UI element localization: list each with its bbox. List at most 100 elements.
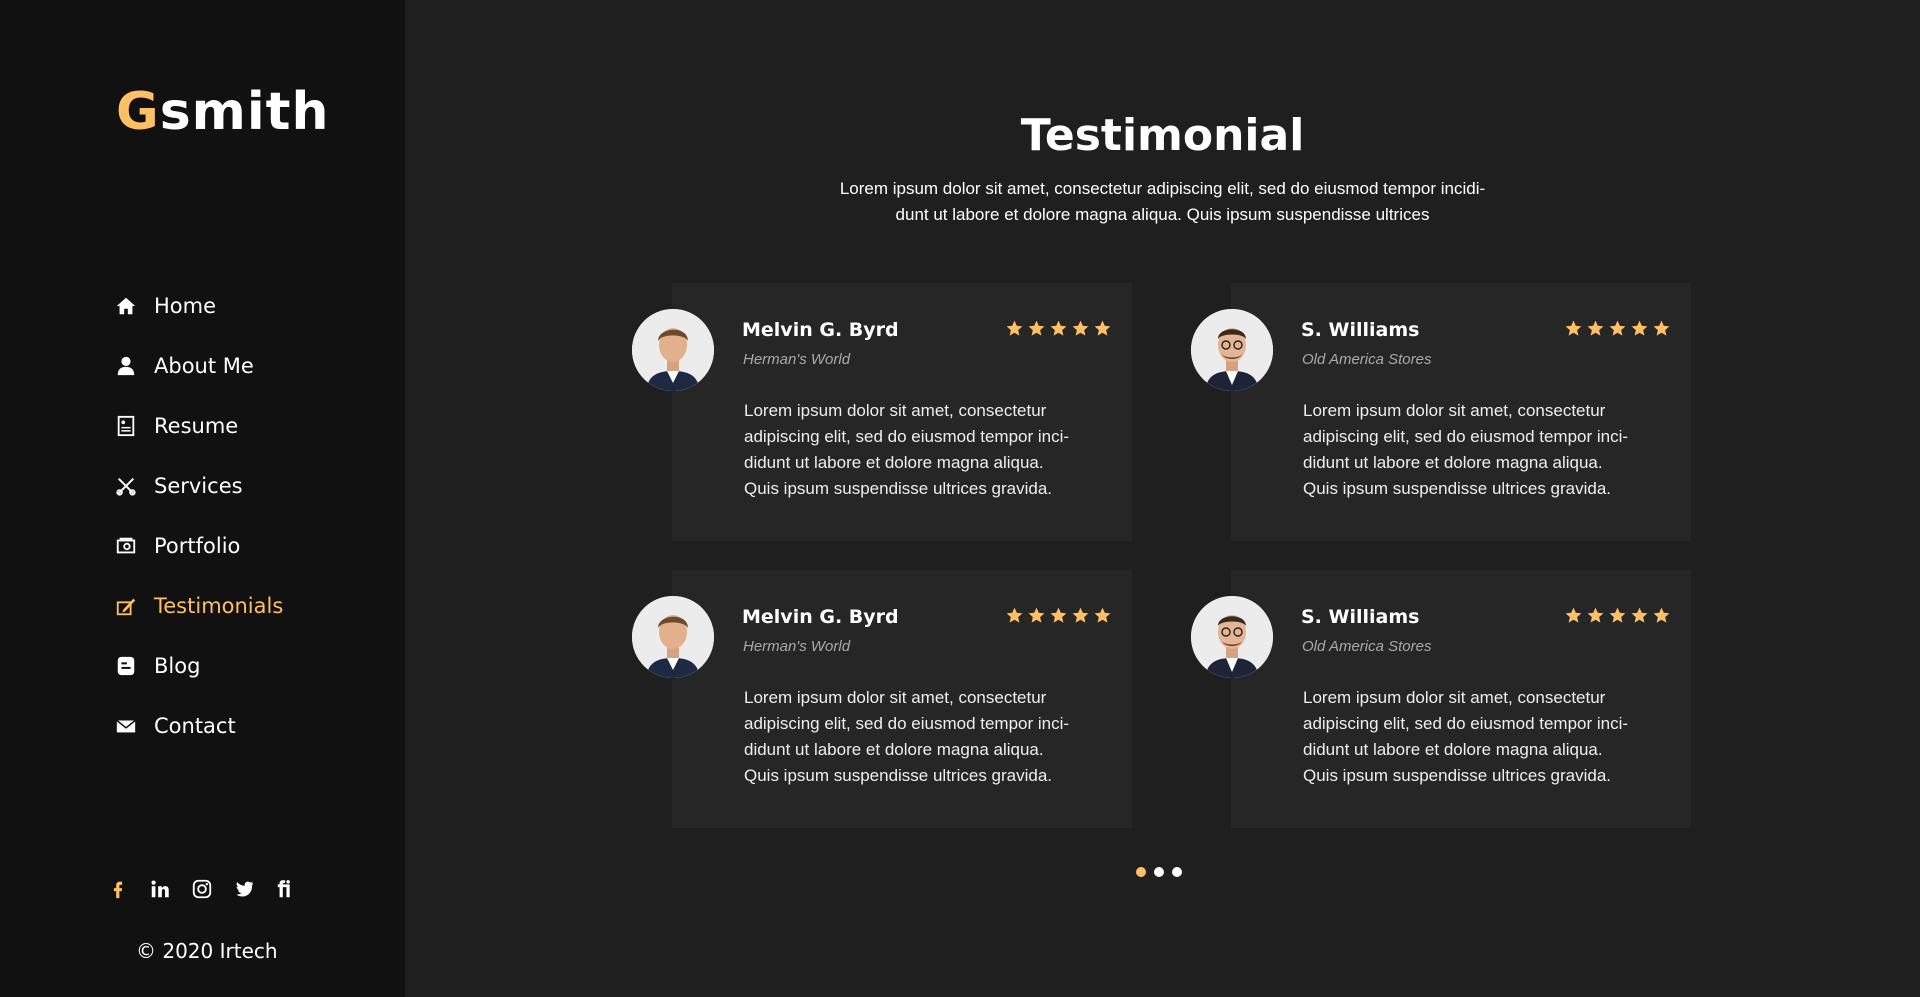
- star-icon: [1006, 320, 1023, 336]
- nav-item-contact[interactable]: Contact: [114, 696, 283, 756]
- sidebar: Gsmith Home About Me Resume Services Por…: [0, 0, 405, 997]
- mail-icon: [114, 714, 138, 738]
- reviewer-company: Old America Stores: [1302, 638, 1432, 655]
- brand-logo[interactable]: Gsmith: [116, 80, 330, 144]
- star-icon: [1631, 607, 1648, 623]
- instagram-icon[interactable]: [190, 875, 214, 903]
- section-subtitle: Lorem ipsum dolor sit amet, consectetur …: [795, 176, 1530, 228]
- subtitle-line: dunt ut labore et dolore magna aliqua. Q…: [895, 205, 1430, 224]
- nav-item-resume[interactable]: Resume: [114, 396, 283, 456]
- section-title: Testimonial: [1020, 110, 1305, 161]
- home-icon: [114, 294, 138, 318]
- star-icon: [1028, 320, 1045, 336]
- reviewer-name: Melvin G. Byrd: [742, 606, 899, 628]
- reviewer-company: Herman's World: [743, 638, 851, 655]
- reviewer-company: Herman's World: [743, 351, 851, 368]
- nav-item-label: Resume: [154, 414, 239, 438]
- star-rating: [1005, 606, 1112, 625]
- copyright: © 2020 Irtech: [136, 939, 278, 963]
- carousel-dot[interactable]: [1172, 867, 1182, 877]
- nav-item-blog[interactable]: Blog: [114, 636, 283, 696]
- user-icon: [114, 354, 138, 378]
- star-icon: [1050, 320, 1067, 336]
- testimonial-card: Melvin G. Byrd Herman's World Lorem ipsu…: [632, 570, 1132, 828]
- nav-item-label: Testimonials: [154, 594, 284, 618]
- star-icon: [1565, 320, 1582, 336]
- testimonial-card: S. Williams Old America Stores Lorem ips…: [1191, 283, 1691, 541]
- text-line: didunt ut labore et dolore magna aliqua.: [1303, 740, 1603, 759]
- star-icon: [1072, 320, 1089, 336]
- brand-logo-initial: G: [116, 82, 160, 142]
- brand-logo-text: smith: [159, 82, 330, 142]
- subtitle-line: Lorem ipsum dolor sit amet, consectetur …: [839, 179, 1486, 198]
- star-icon: [1609, 320, 1626, 336]
- reviewer-name: S. Williams: [1301, 606, 1420, 628]
- reviewer-name: Melvin G. Byrd: [742, 319, 899, 341]
- star-icon: [1653, 607, 1670, 623]
- nav-item-label: Services: [154, 474, 243, 498]
- testimonial-text: Lorem ipsum dolor sit amet, consectetur …: [744, 685, 1116, 789]
- carousel-dot[interactable]: [1154, 867, 1164, 877]
- nav-item-testimonials[interactable]: Testimonials: [114, 576, 283, 636]
- main-content: Testimonial Lorem ipsum dolor sit amet, …: [405, 0, 1920, 997]
- nav-item-label: Portfolio: [154, 534, 241, 558]
- text-line: Lorem ipsum dolor sit amet, consectetur: [1303, 688, 1606, 707]
- fiverr-icon[interactable]: [274, 875, 298, 903]
- star-icon: [1653, 320, 1670, 336]
- text-line: didunt ut labore et dolore magna aliqua.: [1303, 453, 1603, 472]
- main-nav: Home About Me Resume Services Portfolio: [114, 276, 283, 756]
- text-line: adipiscing elit, sed do eiusmod tempor i…: [744, 714, 1070, 733]
- star-icon: [1094, 320, 1111, 336]
- star-icon: [1094, 607, 1111, 623]
- star-icon: [1631, 320, 1648, 336]
- nav-item-label: Contact: [154, 714, 236, 738]
- nav-item-label: About Me: [154, 354, 254, 378]
- star-icon: [1028, 607, 1045, 623]
- testimonial-card: Melvin G. Byrd Herman's World Lorem ipsu…: [632, 283, 1132, 541]
- text-line: Lorem ipsum dolor sit amet, consectetur: [1303, 401, 1606, 420]
- avatar: [1191, 596, 1273, 678]
- nav-item-label: Home: [154, 294, 217, 318]
- text-line: adipiscing elit, sed do eiusmod tempor i…: [1303, 427, 1629, 446]
- star-icon: [1565, 607, 1582, 623]
- nav-item-about[interactable]: About Me: [114, 336, 283, 396]
- testimonial-text: Lorem ipsum dolor sit amet, consectetur …: [1303, 398, 1675, 502]
- text-line: Quis ipsum suspendisse ultrices gravida.: [1303, 766, 1612, 785]
- avatar: [1191, 309, 1273, 391]
- star-rating: [1005, 319, 1112, 338]
- testimonial-text: Lorem ipsum dolor sit amet, consectetur …: [1303, 685, 1675, 789]
- text-line: didunt ut labore et dolore magna aliqua.: [744, 453, 1044, 472]
- avatar: [632, 309, 714, 391]
- linkedin-icon[interactable]: [148, 875, 172, 903]
- star-rating: [1564, 319, 1671, 338]
- reviewer-company: Old America Stores: [1302, 351, 1432, 368]
- facebook-icon[interactable]: [106, 875, 130, 903]
- nav-item-services[interactable]: Services: [114, 456, 283, 516]
- text-line: Quis ipsum suspendisse ultrices gravida.: [744, 479, 1053, 498]
- nav-item-label: Blog: [154, 654, 201, 678]
- testimonial-card: S. Williams Old America Stores Lorem ips…: [1191, 570, 1691, 828]
- star-icon: [1587, 320, 1604, 336]
- text-line: didunt ut labore et dolore magna aliqua.: [744, 740, 1044, 759]
- star-icon: [1006, 607, 1023, 623]
- text-line: adipiscing elit, sed do eiusmod tempor i…: [1303, 714, 1629, 733]
- star-rating: [1564, 606, 1671, 625]
- portfolio-icon: [114, 534, 138, 558]
- avatar: [632, 596, 714, 678]
- text-line: Lorem ipsum dolor sit amet, consectetur: [744, 401, 1047, 420]
- star-icon: [1609, 607, 1626, 623]
- reviewer-name: S. Williams: [1301, 319, 1420, 341]
- carousel-dot[interactable]: [1136, 867, 1146, 877]
- text-line: Lorem ipsum dolor sit amet, consectetur: [744, 688, 1047, 707]
- resume-icon: [114, 414, 138, 438]
- blog-icon: [114, 654, 138, 678]
- star-icon: [1072, 607, 1089, 623]
- star-icon: [1050, 607, 1067, 623]
- text-line: Quis ipsum suspendisse ultrices gravida.: [1303, 479, 1612, 498]
- testimonial-text: Lorem ipsum dolor sit amet, consectetur …: [744, 398, 1116, 502]
- nav-item-portfolio[interactable]: Portfolio: [114, 516, 283, 576]
- text-line: adipiscing elit, sed do eiusmod tempor i…: [744, 427, 1070, 446]
- nav-item-home[interactable]: Home: [114, 276, 283, 336]
- twitter-icon[interactable]: [232, 875, 256, 903]
- testimonial-icon: [114, 594, 138, 618]
